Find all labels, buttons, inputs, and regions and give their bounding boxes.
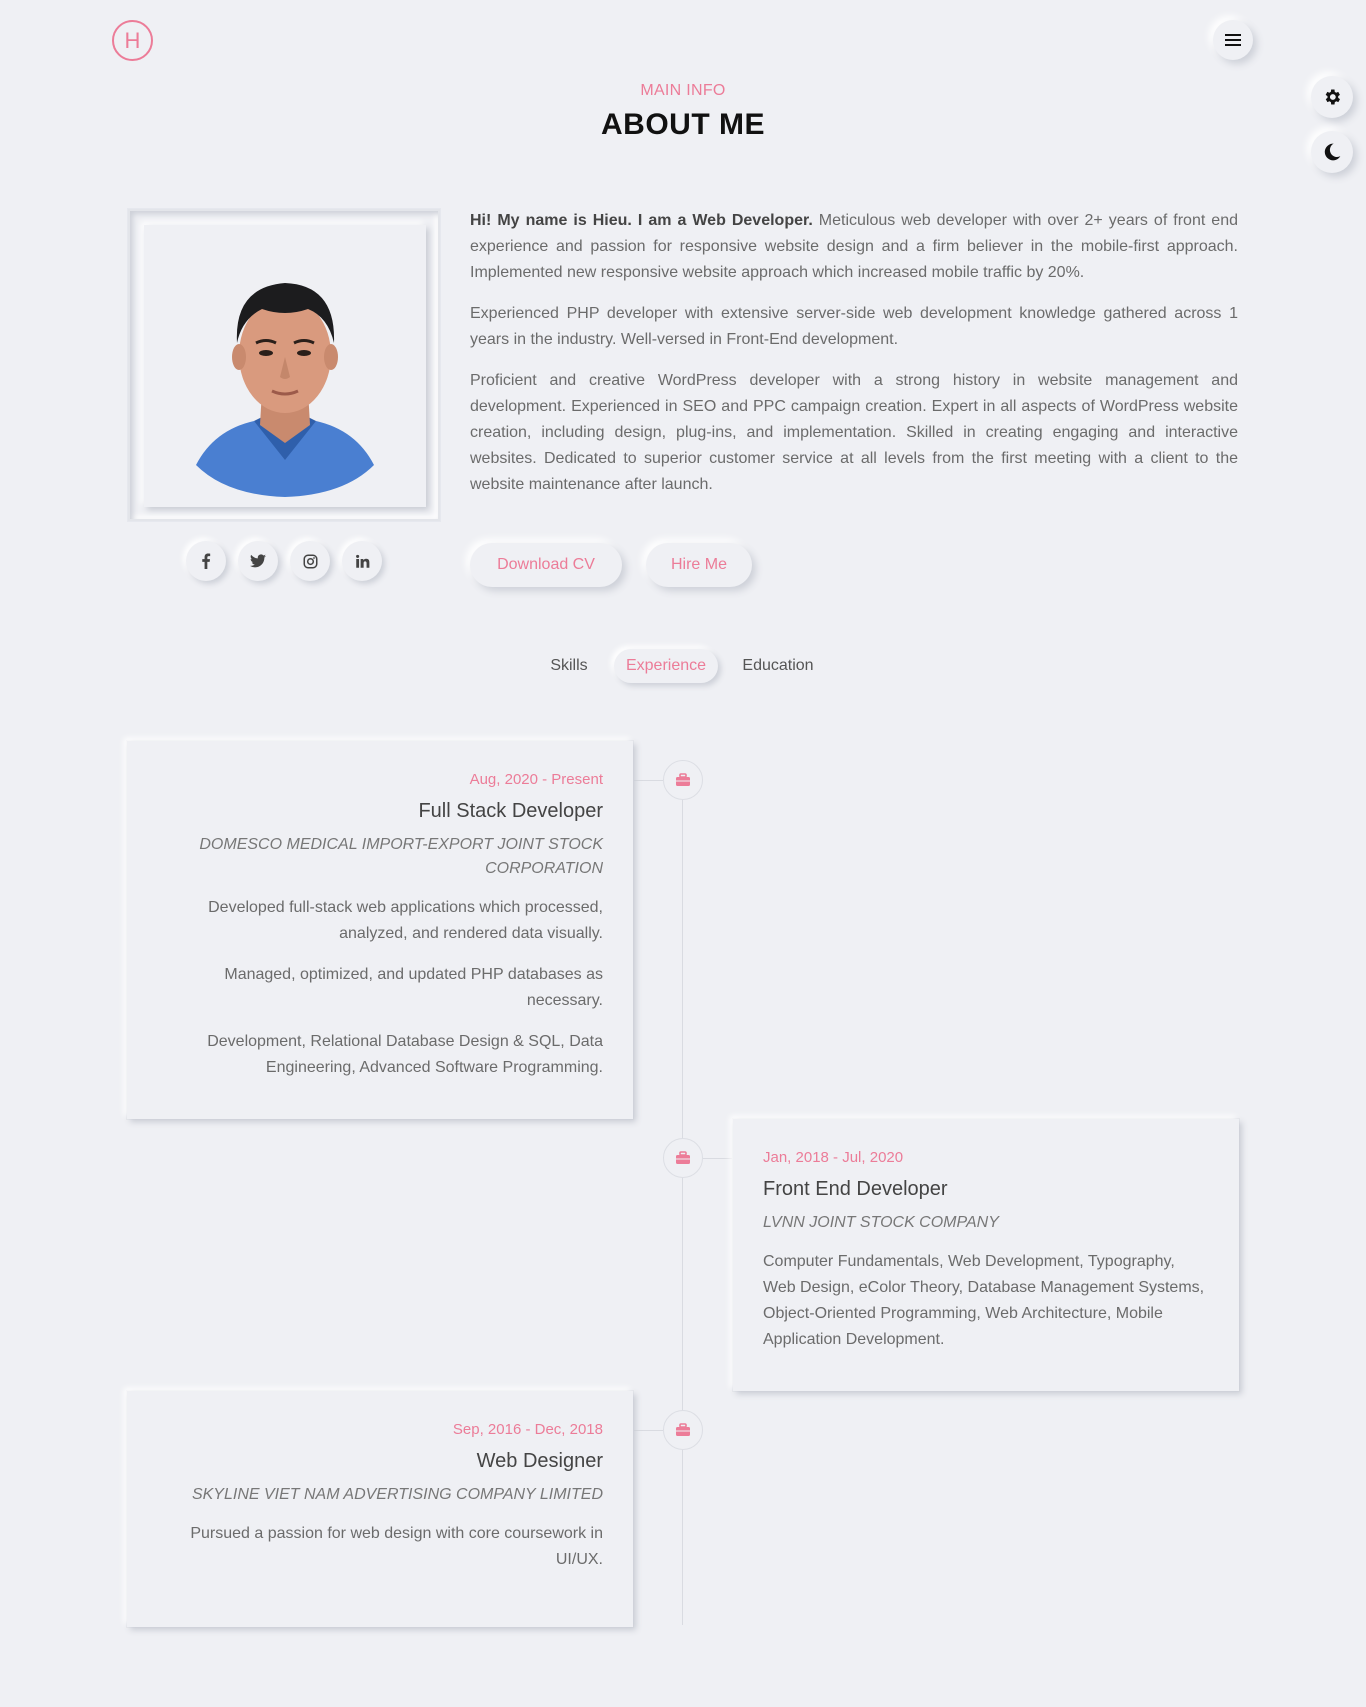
- tab-skills[interactable]: Skills: [540, 649, 598, 683]
- experience-description-item: Pursued a passion for web design with co…: [190, 1525, 603, 1568]
- social-links: [186, 541, 382, 581]
- resume-tabs: Skills Experience Education: [0, 649, 1366, 683]
- experience-company: SKYLINE VIET NAM ADVERTISING COMPANY LIM…: [191, 1486, 603, 1503]
- logo[interactable]: H: [112, 20, 153, 61]
- facebook-icon: [202, 553, 211, 569]
- experience-company: DOMESCO MEDICAL IMPORT-EXPORT JOINT STOC…: [199, 836, 603, 877]
- logo-letter: H: [124, 27, 141, 53]
- experience-card: Aug, 2020 - Present Full Stack Developer…: [127, 741, 633, 1119]
- download-cv-button[interactable]: Download CV: [470, 543, 622, 587]
- experience-description-item: Managed, optimized, and updated PHP data…: [224, 966, 603, 1009]
- hire-me-button[interactable]: Hire Me: [646, 543, 752, 587]
- experience-description: Pursued a passion for web design with co…: [157, 1521, 603, 1573]
- moon-icon: [1324, 143, 1341, 161]
- experience-description: Developed full-stack web applications wh…: [157, 895, 603, 1081]
- linkedin-icon: [355, 554, 369, 568]
- timeline-line: [682, 760, 683, 1625]
- section-title: ABOUT ME: [601, 108, 765, 141]
- experience-description-item: Computer Fundamentals, Web Development, …: [763, 1253, 1205, 1348]
- briefcase-icon: [676, 1423, 690, 1436]
- timeline-connector: [703, 1158, 733, 1159]
- profile-photo-frame: [128, 209, 440, 521]
- profile-portrait: [196, 283, 374, 497]
- about-paragraph-3: Proficient and creative WordPress develo…: [470, 372, 1238, 493]
- experience-role: Front End Developer: [763, 1178, 948, 1200]
- experience-date: Aug, 2020 - Present: [469, 771, 603, 788]
- about-text: Hi! My name is Hieu. I am a Web Develope…: [470, 208, 1238, 513]
- instagram-icon: [303, 554, 317, 568]
- facebook-link[interactable]: [186, 541, 226, 581]
- timeline-connector: [633, 780, 663, 781]
- twitter-icon: [250, 554, 266, 568]
- experience-description-item: Development, Relational Database Design …: [207, 1033, 603, 1076]
- timeline-node: [663, 1138, 703, 1178]
- experience-description-item: Developed full-stack web applications wh…: [208, 899, 603, 942]
- twitter-link[interactable]: [238, 541, 278, 581]
- about-intro-bold: Hi! My name is Hieu. I am a Web Develope…: [470, 212, 813, 229]
- experience-date: Sep, 2016 - Dec, 2018: [452, 1421, 603, 1438]
- section-subtitle: MAIN INFO: [640, 82, 726, 99]
- about-paragraph-1: Hi! My name is Hieu. I am a Web Develope…: [470, 208, 1238, 286]
- profile-photo: [144, 225, 426, 507]
- briefcase-icon: [676, 773, 690, 786]
- menu-button[interactable]: [1213, 20, 1253, 60]
- experience-card: Jan, 2018 - Jul, 2020 Front End Develope…: [733, 1119, 1239, 1391]
- hamburger-menu-icon: [1225, 34, 1241, 46]
- experience-role: Web Designer: [476, 1450, 603, 1472]
- instagram-link[interactable]: [290, 541, 330, 581]
- timeline-node: [663, 760, 703, 800]
- experience-card: Sep, 2016 - Dec, 2018 Web Designer SKYLI…: [127, 1391, 633, 1627]
- tab-experience[interactable]: Experience: [614, 649, 718, 683]
- experience-description: Computer Fundamentals, Web Development, …: [763, 1249, 1209, 1353]
- briefcase-icon: [676, 1151, 690, 1164]
- timeline-connector: [633, 1430, 663, 1431]
- experience-role: Full Stack Developer: [418, 800, 603, 822]
- experience-company: LVNN JOINT STOCK COMPANY: [763, 1214, 999, 1231]
- about-paragraph-2: Experienced PHP developer with extensive…: [470, 305, 1238, 348]
- linkedin-link[interactable]: [342, 541, 382, 581]
- timeline-node: [663, 1410, 703, 1450]
- experience-date: Jan, 2018 - Jul, 2020: [763, 1149, 904, 1166]
- tab-education[interactable]: Education: [733, 649, 823, 683]
